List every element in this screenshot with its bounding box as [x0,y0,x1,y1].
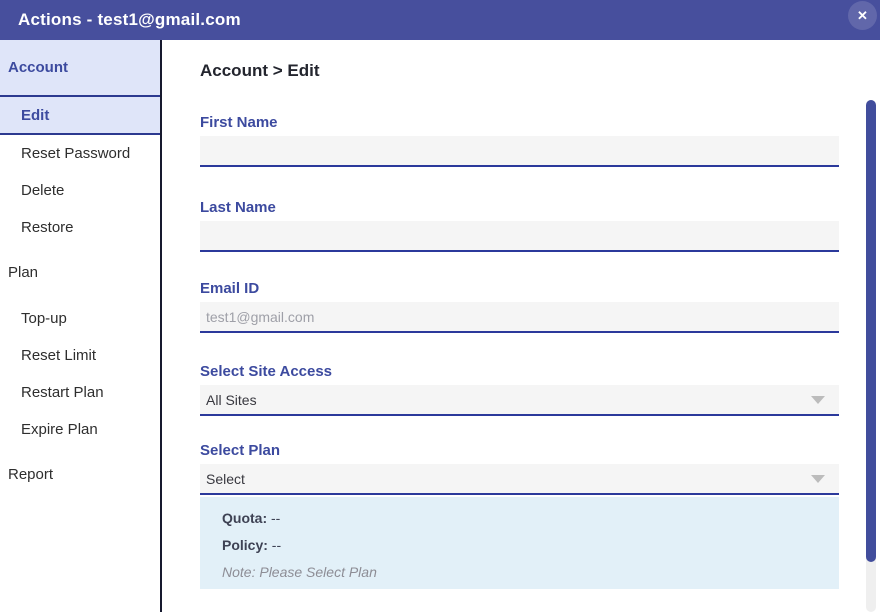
sidebar-item-label: Expire Plan [21,421,98,438]
plan-select[interactable]: Select [200,464,839,495]
sidebar-section-plan-label: Plan [8,264,38,281]
dialog-titlebar: Actions - test1@gmail.com ✕ [0,0,880,40]
sidebar-section-account[interactable]: Account [0,40,160,97]
sidebar-section-report-label: Report [8,466,53,483]
sidebar-section-report[interactable]: Report [0,456,160,492]
quota-value: -- [267,510,280,526]
plan-value: Select [206,471,245,487]
last-name-group: Last Name [200,199,839,252]
sidebar-item-label: Top-up [21,310,67,327]
policy-label: Policy: [222,537,268,553]
dialog-title: Actions - test1@gmail.com [18,10,241,30]
sidebar-item-label: Reset Password [21,145,130,162]
main-panel: Account > Edit First Name Last Name Emai… [162,40,880,612]
sidebar-item-label: Edit [21,107,49,124]
chevron-down-icon [811,475,825,483]
sidebar-section-account-label: Account [8,59,68,76]
last-name-label: Last Name [200,199,839,217]
quota-label: Quota: [222,510,267,526]
breadcrumb: Account > Edit [200,58,880,84]
email-input[interactable] [200,302,839,333]
plan-label: Select Plan [200,442,839,460]
sidebar-item-restart-plan[interactable]: Restart Plan [0,374,160,411]
plan-info-box: Quota: -- Policy: -- Note: Please Select… [200,497,839,589]
sidebar-item-label: Restart Plan [21,384,104,401]
sidebar: Account Edit Reset Password Delete Resto… [0,40,162,612]
sidebar-item-reset-limit[interactable]: Reset Limit [0,337,160,374]
first-name-group: First Name [200,114,839,167]
close-icon: ✕ [857,8,868,24]
quota-line: Quota: -- [222,509,839,536]
sidebar-item-label: Delete [21,182,64,199]
scrollbar-thumb[interactable] [866,100,876,562]
sidebar-item-edit[interactable]: Edit [0,97,160,135]
last-name-input[interactable] [200,221,839,252]
sidebar-item-label: Restore [21,219,74,236]
chevron-down-icon [811,396,825,404]
email-group: Email ID [200,280,839,333]
sidebar-item-delete[interactable]: Delete [0,172,160,209]
policy-line: Policy: -- [222,536,839,563]
sidebar-item-expire-plan[interactable]: Expire Plan [0,411,160,448]
email-label: Email ID [200,280,839,298]
first-name-input[interactable] [200,136,839,167]
site-access-group: Select Site Access All Sites [200,363,839,416]
policy-value: -- [268,537,281,553]
close-button[interactable]: ✕ [848,1,877,30]
scrollbar-track[interactable] [866,100,876,612]
first-name-label: First Name [200,114,839,132]
sidebar-section-plan[interactable]: Plan [0,254,160,290]
sidebar-item-reset-password[interactable]: Reset Password [0,135,160,172]
site-access-label: Select Site Access [200,363,839,381]
site-access-select[interactable]: All Sites [200,385,839,416]
plan-group: Select Plan Select Quota: -- Policy: -- … [200,442,839,589]
sidebar-item-top-up[interactable]: Top-up [0,300,160,337]
sidebar-item-restore[interactable]: Restore [0,209,160,246]
site-access-value: All Sites [206,392,257,408]
sidebar-item-label: Reset Limit [21,347,96,364]
plan-note: Note: Please Select Plan [222,563,839,590]
